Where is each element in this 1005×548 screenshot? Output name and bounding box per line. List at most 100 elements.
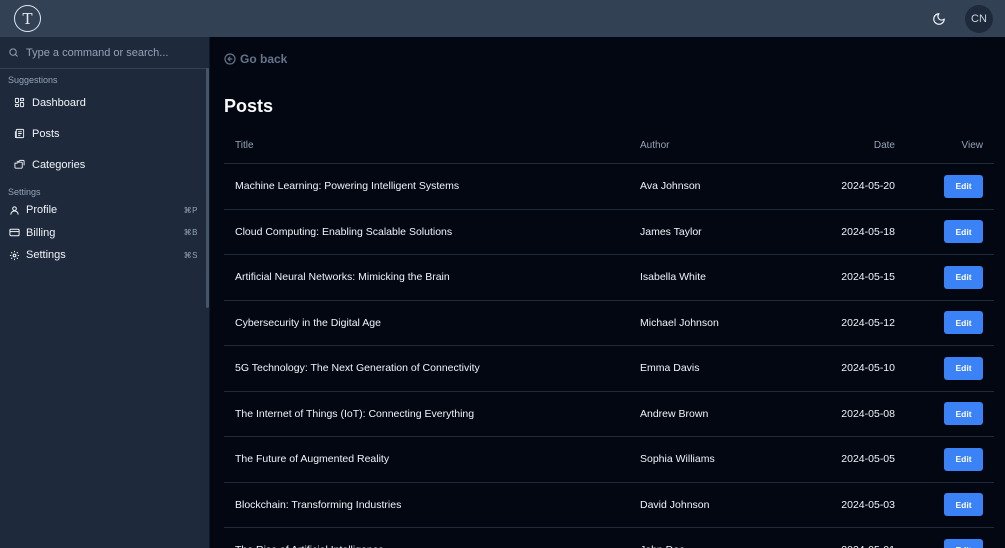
gear-icon: [9, 250, 20, 260]
edit-button[interactable]: Edit: [944, 265, 983, 289]
post-title-cell: The Future of Augmented Reality: [235, 453, 390, 466]
settings-heading: Settings: [8, 187, 41, 197]
credit-card-icon: [9, 229, 20, 237]
post-title-cell: Artificial Neural Networks: Mimicking th…: [235, 271, 450, 284]
page-title: Posts: [224, 96, 274, 116]
column-header-view: View: [961, 140, 984, 151]
column-header-date: Date: [873, 140, 895, 151]
post-title-cell: The Internet of Things (IoT): Connecting…: [235, 407, 475, 420]
arrow-left-circle-icon: [224, 53, 236, 65]
post-title-cell: Blockchain: Transforming Industries: [235, 498, 402, 511]
theme-toggle-button[interactable]: [929, 9, 949, 29]
dashboard-icon: [14, 97, 25, 108]
post-author-cell: Michael Johnson: [640, 316, 719, 329]
top-bar: T CN: [0, 0, 1005, 37]
post-author-cell: David Johnson: [640, 498, 710, 511]
nav-item-label: Dashboard: [32, 96, 86, 109]
main-content: Go back Posts Title Author Date View Mac…: [210, 37, 1005, 548]
post-view-cell: Edit: [895, 356, 994, 380]
nav-item-dashboard[interactable]: Dashboard: [0, 87, 209, 118]
post-date-cell: 2024-05-15: [841, 271, 895, 284]
post-view-cell: Edit: [895, 493, 994, 517]
settings-item-label: Profile: [26, 204, 58, 217]
post-view-cell: Edit: [895, 265, 994, 289]
edit-button[interactable]: Edit: [944, 538, 983, 548]
top-bar-actions: CN: [929, 4, 993, 33]
shortcut-hint: ⌘S: [183, 250, 198, 260]
post-date-cell: 2024-05-18: [841, 225, 895, 238]
edit-button[interactable]: Edit: [944, 493, 983, 517]
nav-item-posts[interactable]: Posts: [0, 118, 209, 149]
post-author-cell: Isabella White: [640, 271, 706, 284]
post-view-cell: Edit: [895, 311, 994, 335]
edit-button[interactable]: Edit: [944, 220, 983, 244]
table-row: 5G Technology: The Next Generation of Co…: [224, 346, 994, 392]
edit-button[interactable]: Edit: [944, 356, 983, 380]
settings-item-billing[interactable]: Billing ⌘B: [0, 222, 209, 245]
post-date-cell: 2024-05-12: [841, 316, 895, 329]
table-row: The Internet of Things (IoT): Connecting…: [224, 392, 994, 437]
logo[interactable]: T: [14, 5, 41, 32]
categories-icon: [14, 159, 25, 169]
avatar[interactable]: CN: [965, 4, 993, 33]
settings-item-settings[interactable]: Settings ⌘S: [0, 244, 209, 267]
edit-button[interactable]: Edit: [944, 447, 983, 471]
post-author-cell: Andrew Brown: [640, 407, 709, 420]
go-back-link[interactable]: Go back: [224, 52, 287, 66]
column-header-author: Author: [640, 140, 670, 151]
posts-table: Title Author Date View Machine Learning:…: [224, 128, 994, 548]
settings-item-profile[interactable]: Profile ⌘P: [0, 199, 209, 222]
column-header-title: Title: [235, 140, 254, 151]
edit-button[interactable]: Edit: [944, 402, 983, 426]
post-view-cell: Edit: [895, 220, 994, 244]
shortcut-hint: ⌘B: [183, 228, 198, 238]
moon-icon: [933, 12, 945, 25]
post-author-cell: James Taylor: [640, 225, 702, 238]
post-view-cell: Edit: [895, 447, 994, 471]
table-row: Cloud Computing: Enabling Scalable Solut…: [224, 210, 994, 255]
table-row: Blockchain: Transforming Industries David…: [224, 483, 994, 528]
shortcut-hint: ⌘P: [183, 205, 198, 215]
post-title-cell: Cybersecurity in the Digital Age: [235, 316, 381, 329]
settings-item-label: Billing: [26, 226, 56, 239]
nav-item-categories[interactable]: Categories: [0, 149, 209, 180]
post-title-cell: Machine Learning: Powering Intelligent S…: [235, 180, 460, 193]
post-author-cell: Emma Davis: [640, 362, 700, 375]
command-search: [0, 37, 209, 69]
user-icon: [10, 206, 19, 215]
sidebar-scrollbar[interactable]: [206, 68, 209, 308]
edit-button[interactable]: Edit: [944, 174, 983, 198]
command-search-input[interactable]: [26, 46, 196, 59]
post-date-cell: 2024-05-01: [789, 544, 895, 548]
post-date-cell: 2024-05-10: [841, 362, 895, 375]
table-row: The Future of Augmented Reality Sophia Wi…: [224, 437, 994, 483]
post-date-cell: 2024-05-20: [841, 180, 895, 193]
post-date-cell: 2024-05-03: [841, 498, 895, 511]
table-row: Cybersecurity in the Digital Age Michael …: [224, 301, 994, 346]
go-back-label: Go back: [240, 52, 288, 66]
search-icon: [9, 48, 18, 57]
table-header: Title Author Date View: [224, 128, 994, 164]
sidebar: Suggestions Dashboard Posts Categories S…: [0, 37, 210, 548]
table-row: Machine Learning: Powering Intelligent S…: [224, 164, 994, 210]
nav-item-label: Posts: [32, 127, 60, 140]
table-row: Artificial Neural Networks: Mimicking th…: [224, 255, 994, 301]
table-body: Machine Learning: Powering Intelligent S…: [224, 164, 994, 548]
edit-button[interactable]: Edit: [944, 311, 983, 335]
post-title-cell: Cloud Computing: Enabling Scalable Solut…: [235, 225, 453, 238]
post-view-cell: Edit: [895, 538, 994, 548]
post-author-cell: John Doe: [629, 544, 789, 548]
suggestions-heading: Suggestions: [8, 75, 58, 85]
post-author-cell: Ava Johnson: [640, 180, 701, 193]
post-view-cell: Edit: [895, 402, 994, 426]
settings-item-label: Settings: [26, 249, 66, 262]
post-view-cell: Edit: [895, 174, 994, 198]
nav-item-label: Categories: [32, 158, 86, 171]
post-date-cell: 2024-05-05: [841, 453, 895, 466]
post-author-cell: Sophia Williams: [640, 453, 715, 466]
post-title-cell: The Rise of Artificial Intelligence: [224, 544, 629, 548]
table-row: The Rise of Artificial IntelligenceJohn …: [224, 528, 994, 548]
posts-icon: [14, 128, 25, 139]
post-date-cell: 2024-05-08: [841, 407, 895, 420]
post-title-cell: 5G Technology: The Next Generation of Co…: [235, 362, 480, 375]
